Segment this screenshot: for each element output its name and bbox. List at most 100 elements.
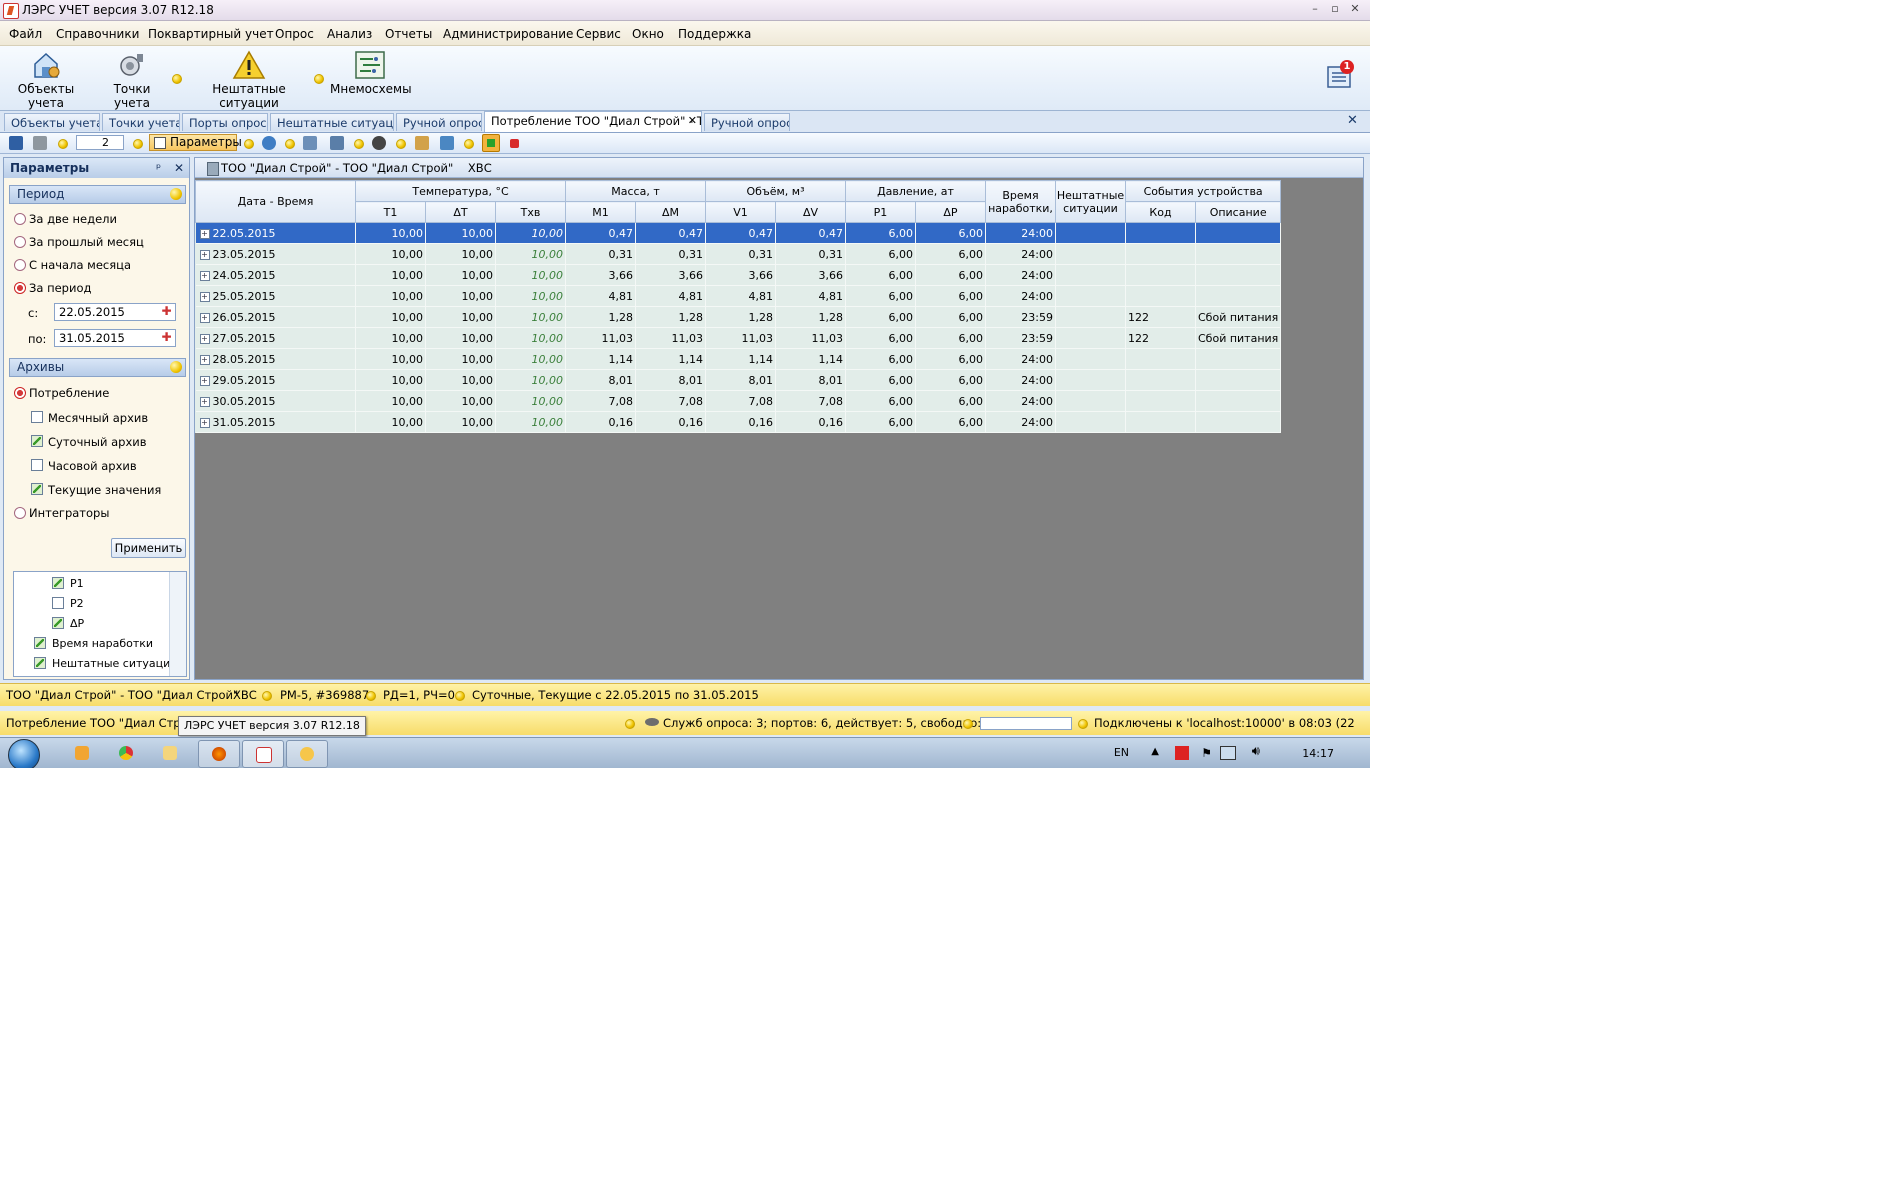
from-date-field[interactable]: 22.05.2015 ✚ <box>54 303 176 321</box>
expand-icon[interactable]: + <box>199 312 210 323</box>
table-row[interactable]: +31.05.2015 10,00 10,00 10,00 0,16 0,16 0,16 0,… <box>195 411 1282 433</box>
taskbar-chrome[interactable] <box>106 740 146 766</box>
expand-icon[interactable]: + <box>199 291 210 302</box>
menu-service[interactable]: Сервис <box>576 27 621 41</box>
taskbar-firefox[interactable] <box>198 740 240 768</box>
tab-consumption[interactable]: Потребление ТОО "Диал Строй" - ТО ✕ <box>484 111 702 132</box>
cell-date[interactable]: +24.05.2015 <box>195 264 356 286</box>
apply-button[interactable]: Применить <box>111 538 186 558</box>
radio-month-start[interactable] <box>14 259 26 271</box>
collapse-icon[interactable] <box>170 188 182 200</box>
tree-check-dp[interactable] <box>52 617 64 629</box>
taskbar-app[interactable] <box>286 740 328 768</box>
start-icon[interactable] <box>482 134 500 152</box>
col-txv[interactable]: Tхв <box>495 201 566 223</box>
taskbar-explorer[interactable] <box>150 740 190 766</box>
chart-icon[interactable] <box>330 136 344 150</box>
maximize-button[interactable]: ▫ <box>1327 2 1343 16</box>
network-icon[interactable] <box>1220 746 1236 760</box>
close-button[interactable]: ✕ <box>1347 2 1363 16</box>
taskbar-lers[interactable] <box>242 740 284 768</box>
cell-date[interactable]: +25.05.2015 <box>195 285 356 307</box>
refresh-icon[interactable] <box>262 136 276 150</box>
radio-custom-period[interactable] <box>14 282 26 294</box>
col-v1[interactable]: V1 <box>705 201 776 223</box>
tree-check-emergencies[interactable] <box>34 657 46 669</box>
col-dv[interactable]: ΔV <box>775 201 846 223</box>
archives-header[interactable]: Архивы <box>9 358 186 377</box>
cell-date[interactable]: +30.05.2015 <box>195 390 356 412</box>
menu-apartment-accounting[interactable]: Поквартирный учет <box>148 27 274 41</box>
volume-icon[interactable]: 🔊︎ <box>1252 744 1260 759</box>
table-row[interactable]: +22.05.2015 10,00 10,00 10,00 0,47 0,47 0,47 0,… <box>195 222 1282 244</box>
cell-date[interactable]: +27.05.2015 <box>195 327 356 349</box>
day-count-stepper[interactable]: 2 <box>76 135 124 150</box>
radio-consumption[interactable] <box>14 387 26 399</box>
save-icon[interactable] <box>9 136 23 150</box>
tab-objects[interactable]: Объекты учета <box>4 113 100 131</box>
col-t1[interactable]: T1 <box>355 201 426 223</box>
expand-icon[interactable]: + <box>199 396 210 407</box>
emergencies-button[interactable]: Нештатные ситуации <box>188 50 310 110</box>
stop-icon[interactable] <box>510 139 519 148</box>
menu-support[interactable]: Поддержка <box>678 27 751 41</box>
cell-date[interactable]: +22.05.2015 <box>195 222 356 244</box>
tree-check-p2[interactable] <box>52 597 64 609</box>
cell-date[interactable]: +26.05.2015 <box>195 306 356 328</box>
minimize-button[interactable]: – <box>1307 2 1323 16</box>
checkbox-hourly-archive[interactable] <box>31 459 43 471</box>
table-row[interactable]: +30.05.2015 10,00 10,00 10,00 7,08 7,08 7,08 7,… <box>195 390 1282 412</box>
taskbar-media-player[interactable] <box>62 740 102 766</box>
print-icon[interactable] <box>33 136 47 150</box>
expand-icon[interactable]: + <box>199 270 210 281</box>
col-runtime[interactable]: Время наработки, <box>985 180 1056 223</box>
expand-icon[interactable]: + <box>199 375 210 386</box>
tab-poll-ports[interactable]: Порты опроса <box>182 113 268 131</box>
antivirus-icon[interactable] <box>1175 746 1189 760</box>
menu-analysis[interactable]: Анализ <box>327 27 372 41</box>
calendar-icon[interactable]: ✚ <box>160 305 173 318</box>
tray-expand-icon[interactable]: ▲ <box>1151 746 1159 757</box>
expand-icon[interactable]: + <box>199 249 210 260</box>
checkbox-daily-archive[interactable] <box>31 435 43 447</box>
expand-icon[interactable]: + <box>199 417 210 428</box>
cell-date[interactable]: +23.05.2015 <box>195 243 356 265</box>
radio-integrators[interactable] <box>14 507 26 519</box>
settings-icon[interactable] <box>372 136 386 150</box>
pin-icon[interactable]: ᵖ <box>156 158 161 178</box>
start-button[interactable] <box>8 739 40 768</box>
table-row[interactable]: +26.05.2015 10,00 10,00 10,00 1,28 1,28 1,28 1,… <box>195 306 1282 328</box>
col-emergencies[interactable]: Нештатные ситуации <box>1055 180 1126 223</box>
objects-button[interactable]: Объекты учета <box>4 50 88 110</box>
expand-icon[interactable]: + <box>199 354 210 365</box>
poll-icon[interactable] <box>303 136 317 150</box>
period-header[interactable]: Период <box>9 185 186 204</box>
checkbox-monthly-archive[interactable] <box>31 411 43 423</box>
col-dm[interactable]: ΔM <box>635 201 706 223</box>
cell-date[interactable]: +28.05.2015 <box>195 348 356 370</box>
tab-points[interactable]: Точки учета <box>102 113 180 131</box>
menu-polling[interactable]: Опрос <box>275 27 314 41</box>
tab-close-icon[interactable]: ✕ <box>688 112 697 130</box>
table-row[interactable]: +27.05.2015 10,00 10,00 10,00 11,03 11,03 11,0… <box>195 327 1282 349</box>
expand-icon[interactable]: + <box>199 228 210 239</box>
to-date-field[interactable]: 31.05.2015 ✚ <box>54 329 176 347</box>
menu-administration[interactable]: Администрирование <box>443 27 573 41</box>
tree-check-p1[interactable] <box>52 577 64 589</box>
points-button[interactable]: Точки учета <box>96 50 168 110</box>
cell-date[interactable]: +31.05.2015 <box>195 411 356 433</box>
expand-icon[interactable]: + <box>199 333 210 344</box>
menu-window[interactable]: Окно <box>632 27 664 41</box>
panel-close-icon[interactable]: ✕ <box>174 158 184 178</box>
col-date[interactable]: Дата - Время <box>195 180 356 223</box>
report-icon[interactable] <box>440 136 454 150</box>
tab-emergencies[interactable]: Нештатные ситуации <box>270 113 394 131</box>
edit-icon[interactable] <box>415 136 429 150</box>
parameters-toggle-button[interactable]: Параметры <box>149 134 242 151</box>
table-row[interactable]: +28.05.2015 10,00 10,00 10,00 1,14 1,14 1,14 1,… <box>195 348 1282 370</box>
tree-scrollbar[interactable] <box>169 572 186 676</box>
language-indicator[interactable]: EN <box>1114 746 1129 759</box>
tab-manual-poll-2[interactable]: Ручной опрос <box>704 113 790 131</box>
notifications-button[interactable]: 1 <box>1326 60 1354 88</box>
menu-references[interactable]: Справочники <box>56 27 139 41</box>
